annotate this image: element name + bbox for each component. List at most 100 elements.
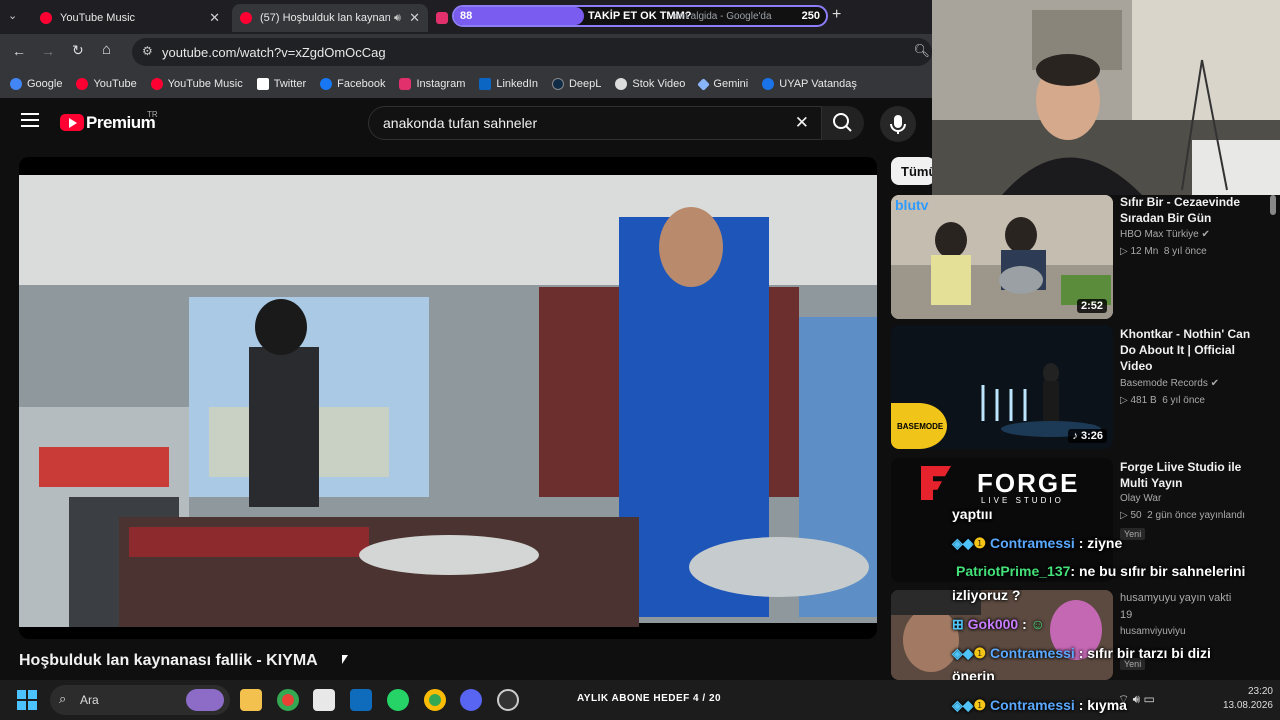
- close-icon[interactable]: ✕: [409, 10, 420, 26]
- video-title: Hoşbulduk lan kaynanası fallik - KIYMA: [19, 652, 318, 669]
- sidebar-video-title[interactable]: Forge Liive Studio ile Multi Yayın: [1120, 459, 1260, 491]
- mail-icon[interactable]: [350, 689, 372, 711]
- sidebar-video-thumbnail[interactable]: BASEMODE ♪ 3:26: [891, 325, 1113, 449]
- bookmark-stok-video[interactable]: Stok Video: [615, 78, 685, 90]
- discord-icon[interactable]: [460, 689, 482, 711]
- search-button[interactable]: [822, 106, 864, 140]
- sub-badge-icon: ❶: [973, 697, 987, 713]
- chat-username: Contramessi: [990, 535, 1075, 551]
- follow-goal-overlay: 88 TAKİP ET OK TMM? ent algida - Google'…: [452, 5, 828, 27]
- chat-username: PatriotPrime_137: [956, 563, 1071, 579]
- sidebar-video-stats: ▷ 12 Mn 8 yıl önce: [1120, 244, 1270, 260]
- tab-youtube-music[interactable]: YouTube Music ✕: [32, 4, 228, 32]
- tab-instagram[interactable]: [432, 4, 452, 32]
- sidebar-video-channel[interactable]: Olay War: [1120, 491, 1270, 507]
- bookmark-uyap[interactable]: UYAP Vatandaş: [762, 78, 857, 90]
- bookmark-linkedin[interactable]: LinkedIn: [479, 78, 538, 90]
- chat-message: ◈◆❶ Contramessi : sıfır bir tarzı bi diz…: [952, 645, 1211, 662]
- video-duration: ♪ 3:26: [1068, 429, 1107, 443]
- site-info-icon[interactable]: ⚙: [142, 44, 153, 58]
- chat-message: ⊞ Gok000 : ☺: [952, 616, 1045, 633]
- bookmark-deepl[interactable]: DeepL: [551, 78, 601, 90]
- chrome-profile-icon[interactable]: [424, 689, 446, 711]
- sidebar-video-channel-secondary[interactable]: husamviyuviyu: [1120, 624, 1270, 640]
- back-icon[interactable]: ←: [12, 43, 26, 59]
- mouse-cursor-icon: [342, 655, 348, 664]
- search-query: anakonda tufan sahneler: [383, 115, 538, 131]
- bookmark-facebook[interactable]: Facebook: [320, 78, 385, 90]
- chat-line: yaptııı: [952, 506, 993, 522]
- bookmark-gemini[interactable]: Gemini: [697, 77, 748, 91]
- chrome-icon[interactable]: [277, 689, 299, 711]
- sidebar-scrollbar[interactable]: [1270, 195, 1276, 215]
- views: 50: [1130, 510, 1142, 521]
- title-line: Do About It | Official: [1120, 343, 1235, 357]
- webcam-overlay: [932, 0, 1280, 195]
- tab-title: (57) Hoşbulduk lan kaynana: [260, 12, 390, 24]
- title-line: Sıfır Bir - Cezaevinde: [1120, 195, 1241, 209]
- sub-badge-icon: ❶: [973, 645, 987, 661]
- chat-text: : kıyma: [1078, 697, 1127, 713]
- whatsapp-icon[interactable]: [387, 689, 409, 711]
- new-tab-button[interactable]: +: [832, 6, 841, 24]
- sidebar-video-thumbnail[interactable]: [891, 590, 1113, 680]
- volume-icon: 🔊︎: [1132, 692, 1141, 706]
- deepl-icon: [551, 78, 564, 90]
- sub-badge-icon: ❶: [973, 535, 987, 551]
- taskbar-search[interactable]: ⌕ Ara: [50, 685, 230, 715]
- video-player[interactable]: [19, 157, 877, 639]
- reload-icon[interactable]: ↻: [72, 42, 84, 59]
- verified-icon: ✔: [1210, 378, 1219, 389]
- clock-time: 23:20: [1247, 686, 1273, 697]
- home-icon[interactable]: ⌂: [102, 41, 111, 58]
- close-icon[interactable]: ✕: [209, 10, 220, 26]
- forward-icon[interactable]: →: [41, 43, 55, 59]
- start-windows-icon[interactable]: [17, 690, 37, 710]
- sidebar-video-channel[interactable]: HBO Max Türkiye ✔: [1120, 227, 1270, 243]
- search-icon: ⌕: [59, 691, 67, 706]
- store-icon[interactable]: [313, 689, 335, 711]
- bookmark-youtube[interactable]: YouTube: [76, 78, 137, 90]
- video-duration: 2:52: [1076, 299, 1107, 313]
- voice-search-button[interactable]: [880, 106, 916, 142]
- obs-icon[interactable]: [497, 689, 519, 711]
- age: 8 yıl önce: [1163, 246, 1207, 257]
- chat-badges-icon: ◈◆: [952, 697, 974, 713]
- file-explorer-icon[interactable]: [240, 689, 262, 711]
- google-icon: [10, 78, 22, 90]
- sidebar-video-channel[interactable]: Basemode Records ✔: [1120, 376, 1270, 392]
- sidebar-video-title[interactable]: Sıfır Bir - Cezaevinde Sıradan Bir Gün: [1120, 194, 1260, 226]
- chat-message: ◈◆❶ Contramessi : kıyma: [952, 697, 1127, 714]
- thumbnail-image: [891, 590, 1113, 680]
- chip-all[interactable]: Tümü: [891, 157, 936, 185]
- menu-icon[interactable]: [21, 113, 39, 127]
- tab-search-chevron-icon[interactable]: ⌄: [8, 9, 17, 22]
- address-bar[interactable]: ⚙ youtube.com/watch?v=xZgdOmOcCag 🔍︎: [132, 38, 932, 66]
- sidebar-video-title[interactable]: Khontkar - Nothin' Can Do About It | Offi…: [1120, 326, 1260, 374]
- sidebar-video-count: 19: [1120, 609, 1133, 621]
- gemini-icon: [697, 77, 711, 91]
- chat-text: : sıfır bir tarzı bi dizi: [1078, 645, 1211, 661]
- bookmark-youtube-music[interactable]: YouTube Music: [150, 78, 243, 90]
- search-input[interactable]: anakonda tufan sahneler ✕: [368, 106, 822, 140]
- tab-current-video[interactable]: (57) Hoşbulduk lan kaynana 🔊︎ ✕: [232, 4, 428, 32]
- bookmark-google[interactable]: Google: [10, 78, 62, 90]
- follow-goal-current: 88: [460, 10, 473, 22]
- age: 2 gün önce yayınlandı: [1147, 510, 1246, 521]
- speaker-icon[interactable]: 🔊︎: [394, 12, 401, 25]
- chat-username: Contramessi: [990, 645, 1075, 661]
- bookmark-instagram[interactable]: Instagram: [399, 78, 465, 90]
- youtube-logo-icon[interactable]: [60, 114, 84, 131]
- bookmark-twitter[interactable]: Twitter: [256, 78, 306, 90]
- video-frame: [19, 157, 877, 639]
- chat-message: ◈◆❶ Contramessi : ziyne: [952, 535, 1122, 552]
- clear-search-icon[interactable]: ✕: [795, 113, 809, 133]
- battery-icon: ▭: [1143, 692, 1155, 706]
- sidebar-video-channel[interactable]: husamyuyu yayın vakti: [1120, 590, 1270, 606]
- sidebar-video-thumbnail[interactable]: blutv 2:52: [891, 195, 1113, 319]
- microphone-icon: [890, 115, 906, 134]
- youtube-logo-text[interactable]: Premium: [86, 113, 156, 133]
- clock[interactable]: 23:20 13.08.2026: [1217, 686, 1273, 711]
- new-badge: Yeni: [1120, 528, 1146, 540]
- zoom-icon[interactable]: 🔍︎: [913, 43, 930, 59]
